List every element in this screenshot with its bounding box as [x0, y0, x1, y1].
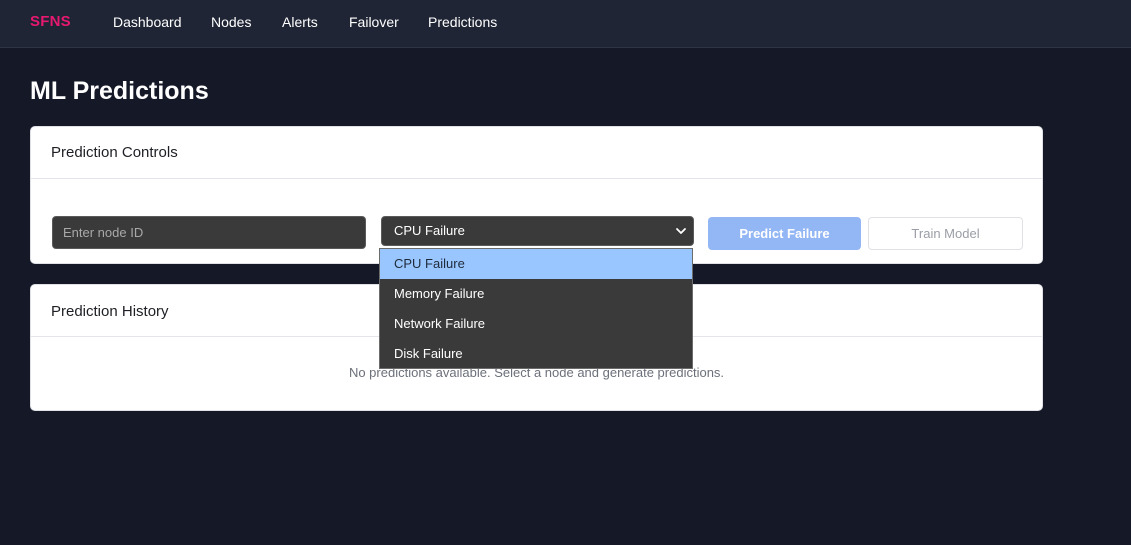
- card-header: Prediction Controls: [31, 127, 1042, 179]
- nav-link-nodes[interactable]: Nodes: [211, 14, 251, 30]
- top-navbar: SFNS Dashboard Nodes Alerts Failover Pre…: [0, 0, 1131, 48]
- node-id-input[interactable]: Enter node ID: [52, 216, 366, 249]
- brand-logo[interactable]: SFNS: [30, 13, 71, 30]
- failure-type-dropdown: CPU Failure Memory Failure Network Failu…: [379, 248, 693, 369]
- option-disk-failure[interactable]: Disk Failure: [380, 339, 692, 369]
- predict-failure-button[interactable]: Predict Failure: [708, 217, 861, 250]
- option-cpu-failure[interactable]: CPU Failure: [380, 249, 692, 279]
- nav-link-alerts[interactable]: Alerts: [282, 14, 318, 30]
- card-title: Prediction History: [51, 303, 169, 320]
- nav-link-predictions[interactable]: Predictions: [428, 14, 497, 30]
- failure-type-select[interactable]: CPU Failure: [381, 216, 694, 246]
- option-network-failure[interactable]: Network Failure: [380, 309, 692, 339]
- failure-type-value: CPU Failure: [394, 223, 465, 238]
- train-model-button[interactable]: Train Model: [868, 217, 1023, 250]
- page-title: ML Predictions: [30, 77, 209, 105]
- card-title: Prediction Controls: [51, 144, 178, 161]
- nav-link-dashboard[interactable]: Dashboard: [113, 14, 182, 30]
- prediction-controls-card: Prediction Controls Enter node ID CPU Fa…: [30, 126, 1043, 264]
- node-id-placeholder: Enter node ID: [63, 225, 144, 240]
- nav-link-failover[interactable]: Failover: [349, 14, 399, 30]
- option-memory-failure[interactable]: Memory Failure: [380, 279, 692, 309]
- chevron-down-icon: [676, 228, 686, 234]
